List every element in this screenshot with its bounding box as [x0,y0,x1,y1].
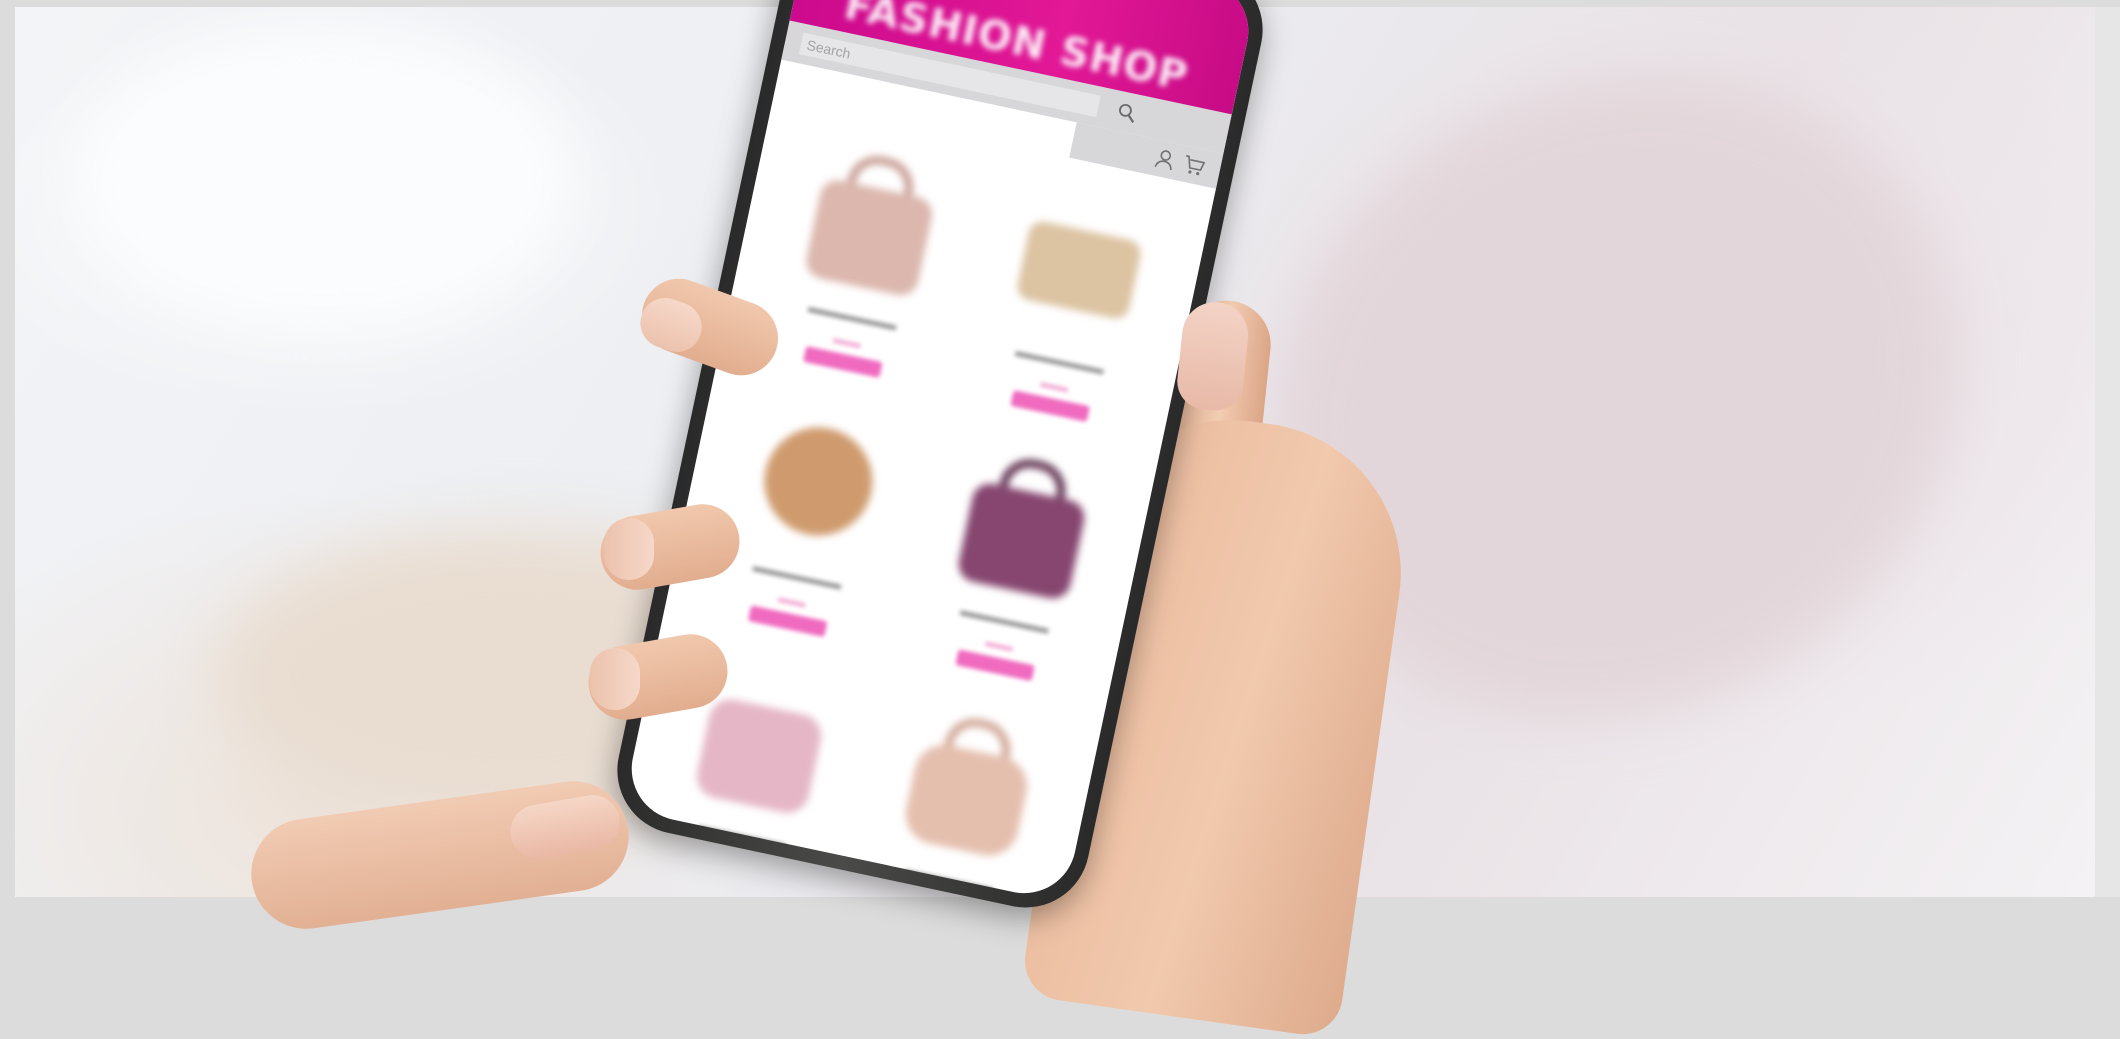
handbag-image [729,391,907,569]
add-to-cart-button[interactable] [955,649,1035,682]
add-to-cart-button[interactable] [1010,390,1090,422]
product-price-blurred: ▬▬ [776,588,808,611]
product-name-blurred: ▬▬▬▬▬▬ [1014,342,1106,379]
product-price-blurred: ▬▬ [1039,373,1071,396]
product-card[interactable]: ▬▬▬▬▬▬ ▬▬ [748,128,981,390]
search-icon[interactable] [1114,100,1140,126]
product-card[interactable]: ▬▬▬▬▬▬ ▬▬ [845,690,1078,903]
add-to-cart-button[interactable] [802,346,883,378]
handbag-image [784,132,962,310]
finger-2-nail [604,518,654,580]
handbag-image [991,176,1169,354]
handbag-image [936,435,1114,613]
product-name-blurred: ▬▬▬▬▬▬ [806,298,899,335]
background-blur-light [75,27,575,327]
cart-icon[interactable] [1180,152,1208,180]
handbag-image [881,695,1059,873]
product-name-blurred: ▬▬▬▬▬▬ [751,558,844,594]
finger-3-nail [590,648,640,710]
add-to-cart-button[interactable] [747,605,828,638]
right-edge-strip [2095,7,2120,897]
product-card[interactable]: ▬▬▬▬▬▬ ▬▬ [956,172,1189,434]
product-price-blurred: ▬▬ [984,632,1015,655]
product-name-blurred: ▬▬▬▬▬▬ [958,602,1051,638]
product-price-blurred: ▬▬ [832,329,863,352]
product-card[interactable]: ▬▬▬▬▬▬ ▬▬ [900,431,1133,693]
user-icon[interactable] [1151,145,1179,173]
